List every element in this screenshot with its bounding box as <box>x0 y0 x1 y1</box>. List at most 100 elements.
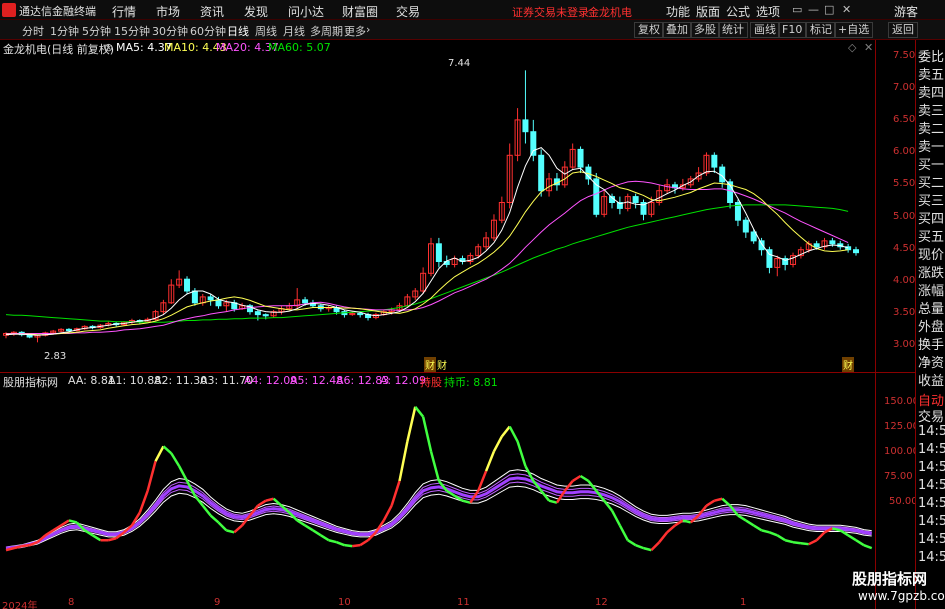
indicator-aa-segment <box>815 531 826 542</box>
indicator-aa-segment <box>193 494 204 507</box>
ma10-line <box>6 171 849 336</box>
indicator-aa-segment <box>761 529 770 534</box>
candle-body <box>357 312 364 316</box>
price-tick: 4.00 <box>893 275 916 286</box>
indicator-aa-segment <box>635 544 644 550</box>
quote-label: 卖三 <box>918 104 945 119</box>
quote-label: 买二 <box>918 176 945 191</box>
indicator-aa-segment <box>312 529 322 537</box>
trade-time: 14:56 <box>918 424 945 439</box>
price-tick: 6.50 <box>893 114 916 125</box>
indicator-aa-segment <box>304 524 314 532</box>
guest-label[interactable]: 游客 <box>894 3 918 20</box>
candle-body <box>191 290 198 304</box>
candle-body <box>435 243 442 263</box>
candle-body <box>632 196 639 204</box>
ma5-line <box>5 147 849 336</box>
indicator-aa-segment <box>714 497 723 502</box>
trade-time: 14:56 <box>918 442 945 457</box>
indicator-aa-segment <box>650 541 661 551</box>
indicator-aa-segment <box>406 406 417 442</box>
trade-time: 14:56 <box>918 478 945 493</box>
indicator-aa-segment <box>705 499 715 507</box>
indicator-aa-segment <box>359 539 369 547</box>
quote-label: 卖五 <box>918 68 945 83</box>
quote-label: 换手 <box>918 338 945 353</box>
indicator-aa-segment <box>508 426 519 442</box>
indicator-aa-segment <box>792 540 802 545</box>
indicator-aa-segment <box>162 445 173 455</box>
trade-time: 14:56 <box>918 532 945 547</box>
trade-time: 14:56 <box>918 496 945 511</box>
candle-body <box>65 328 72 332</box>
indicator-aa-segment <box>414 406 425 418</box>
price-tick: 5.50 <box>893 178 916 189</box>
trade-time: 14:56 <box>918 460 945 475</box>
indicator-aa-segment <box>265 497 274 502</box>
indicator-aa-segment <box>784 539 794 544</box>
indicator-aa-segment <box>344 543 353 548</box>
price-tick: 7.00 <box>893 82 916 93</box>
indicator-aa-segment <box>800 541 809 546</box>
trade-time: 14:56 <box>918 514 945 529</box>
indicator-aa-segment <box>226 529 235 534</box>
indicator-aa-segment <box>462 499 471 504</box>
candle-body <box>577 148 584 168</box>
candle-body <box>538 154 545 192</box>
indicator-aa-segment <box>658 531 669 543</box>
indicator-aa-segment <box>863 544 873 550</box>
candle-body <box>254 311 261 316</box>
quote-label: 买五 <box>918 230 945 245</box>
candle-body <box>742 219 749 233</box>
candle-body <box>207 296 214 301</box>
price-tick: 4.50 <box>893 243 916 254</box>
quote-label: 买四 <box>918 212 945 227</box>
indicator-aa-segment <box>398 441 409 482</box>
indicator-aa-segment <box>484 450 496 472</box>
indicator-aa-segment <box>272 497 283 507</box>
candle-body <box>302 299 309 304</box>
indicator-aa-segment <box>500 425 511 438</box>
indicator-aa-segment <box>209 514 220 524</box>
chart-canvas <box>3 70 873 552</box>
back-button[interactable]: 返回 <box>888 22 918 38</box>
candle-body <box>829 240 836 245</box>
candle-body <box>711 154 718 168</box>
indicator-aa-segment <box>847 534 857 542</box>
indicator-aa-segment <box>217 521 228 532</box>
quote-label: 卖二 <box>918 122 945 137</box>
trade-time: 14:56 <box>918 550 945 565</box>
ma60-line <box>5 204 849 323</box>
app-window: { "app":{"title":"通达信金融终端"}, "menu":["行情… <box>0 0 945 609</box>
indicator-aa-segment <box>618 524 629 541</box>
indicator-tick: 125.00 <box>884 421 919 432</box>
indicator-aa-segment <box>421 416 433 452</box>
price-tick: 3.00 <box>893 339 916 350</box>
trade-label: 交易 <box>918 410 945 425</box>
quote-label: 净资 <box>918 356 945 371</box>
indicator-aa-segment <box>138 490 149 513</box>
indicator-aa-segment <box>429 450 441 482</box>
indicator-aa-segment <box>336 541 345 547</box>
quote-label: 涨幅 <box>918 284 945 299</box>
indicator-aa-segment <box>627 539 637 547</box>
indicator-aa-segment <box>320 534 330 542</box>
indicator-aa-segment <box>328 539 337 544</box>
quote-label: 买三 <box>918 194 945 209</box>
price-tick: 5.00 <box>893 211 916 222</box>
indicator-aa-segment <box>382 505 393 522</box>
candle-body <box>522 119 529 133</box>
quote-label: 卖四 <box>918 86 945 101</box>
indicator-aa-segment <box>146 460 157 492</box>
indicator-aa-segment <box>390 480 401 507</box>
indicator-tick: 50.00 <box>889 496 918 507</box>
indicator-aa-segment <box>516 441 527 467</box>
quote-label: 收益 <box>918 374 945 389</box>
indicator-aa-segment <box>233 524 243 534</box>
indicator-aa-segment <box>572 474 582 482</box>
indicator-aa-segment <box>548 499 558 504</box>
quote-label: 买一 <box>918 158 945 173</box>
indicator-aa-segment <box>737 514 747 522</box>
indicator-aa-segment <box>579 474 590 482</box>
indicator-aa-segment <box>68 519 78 524</box>
